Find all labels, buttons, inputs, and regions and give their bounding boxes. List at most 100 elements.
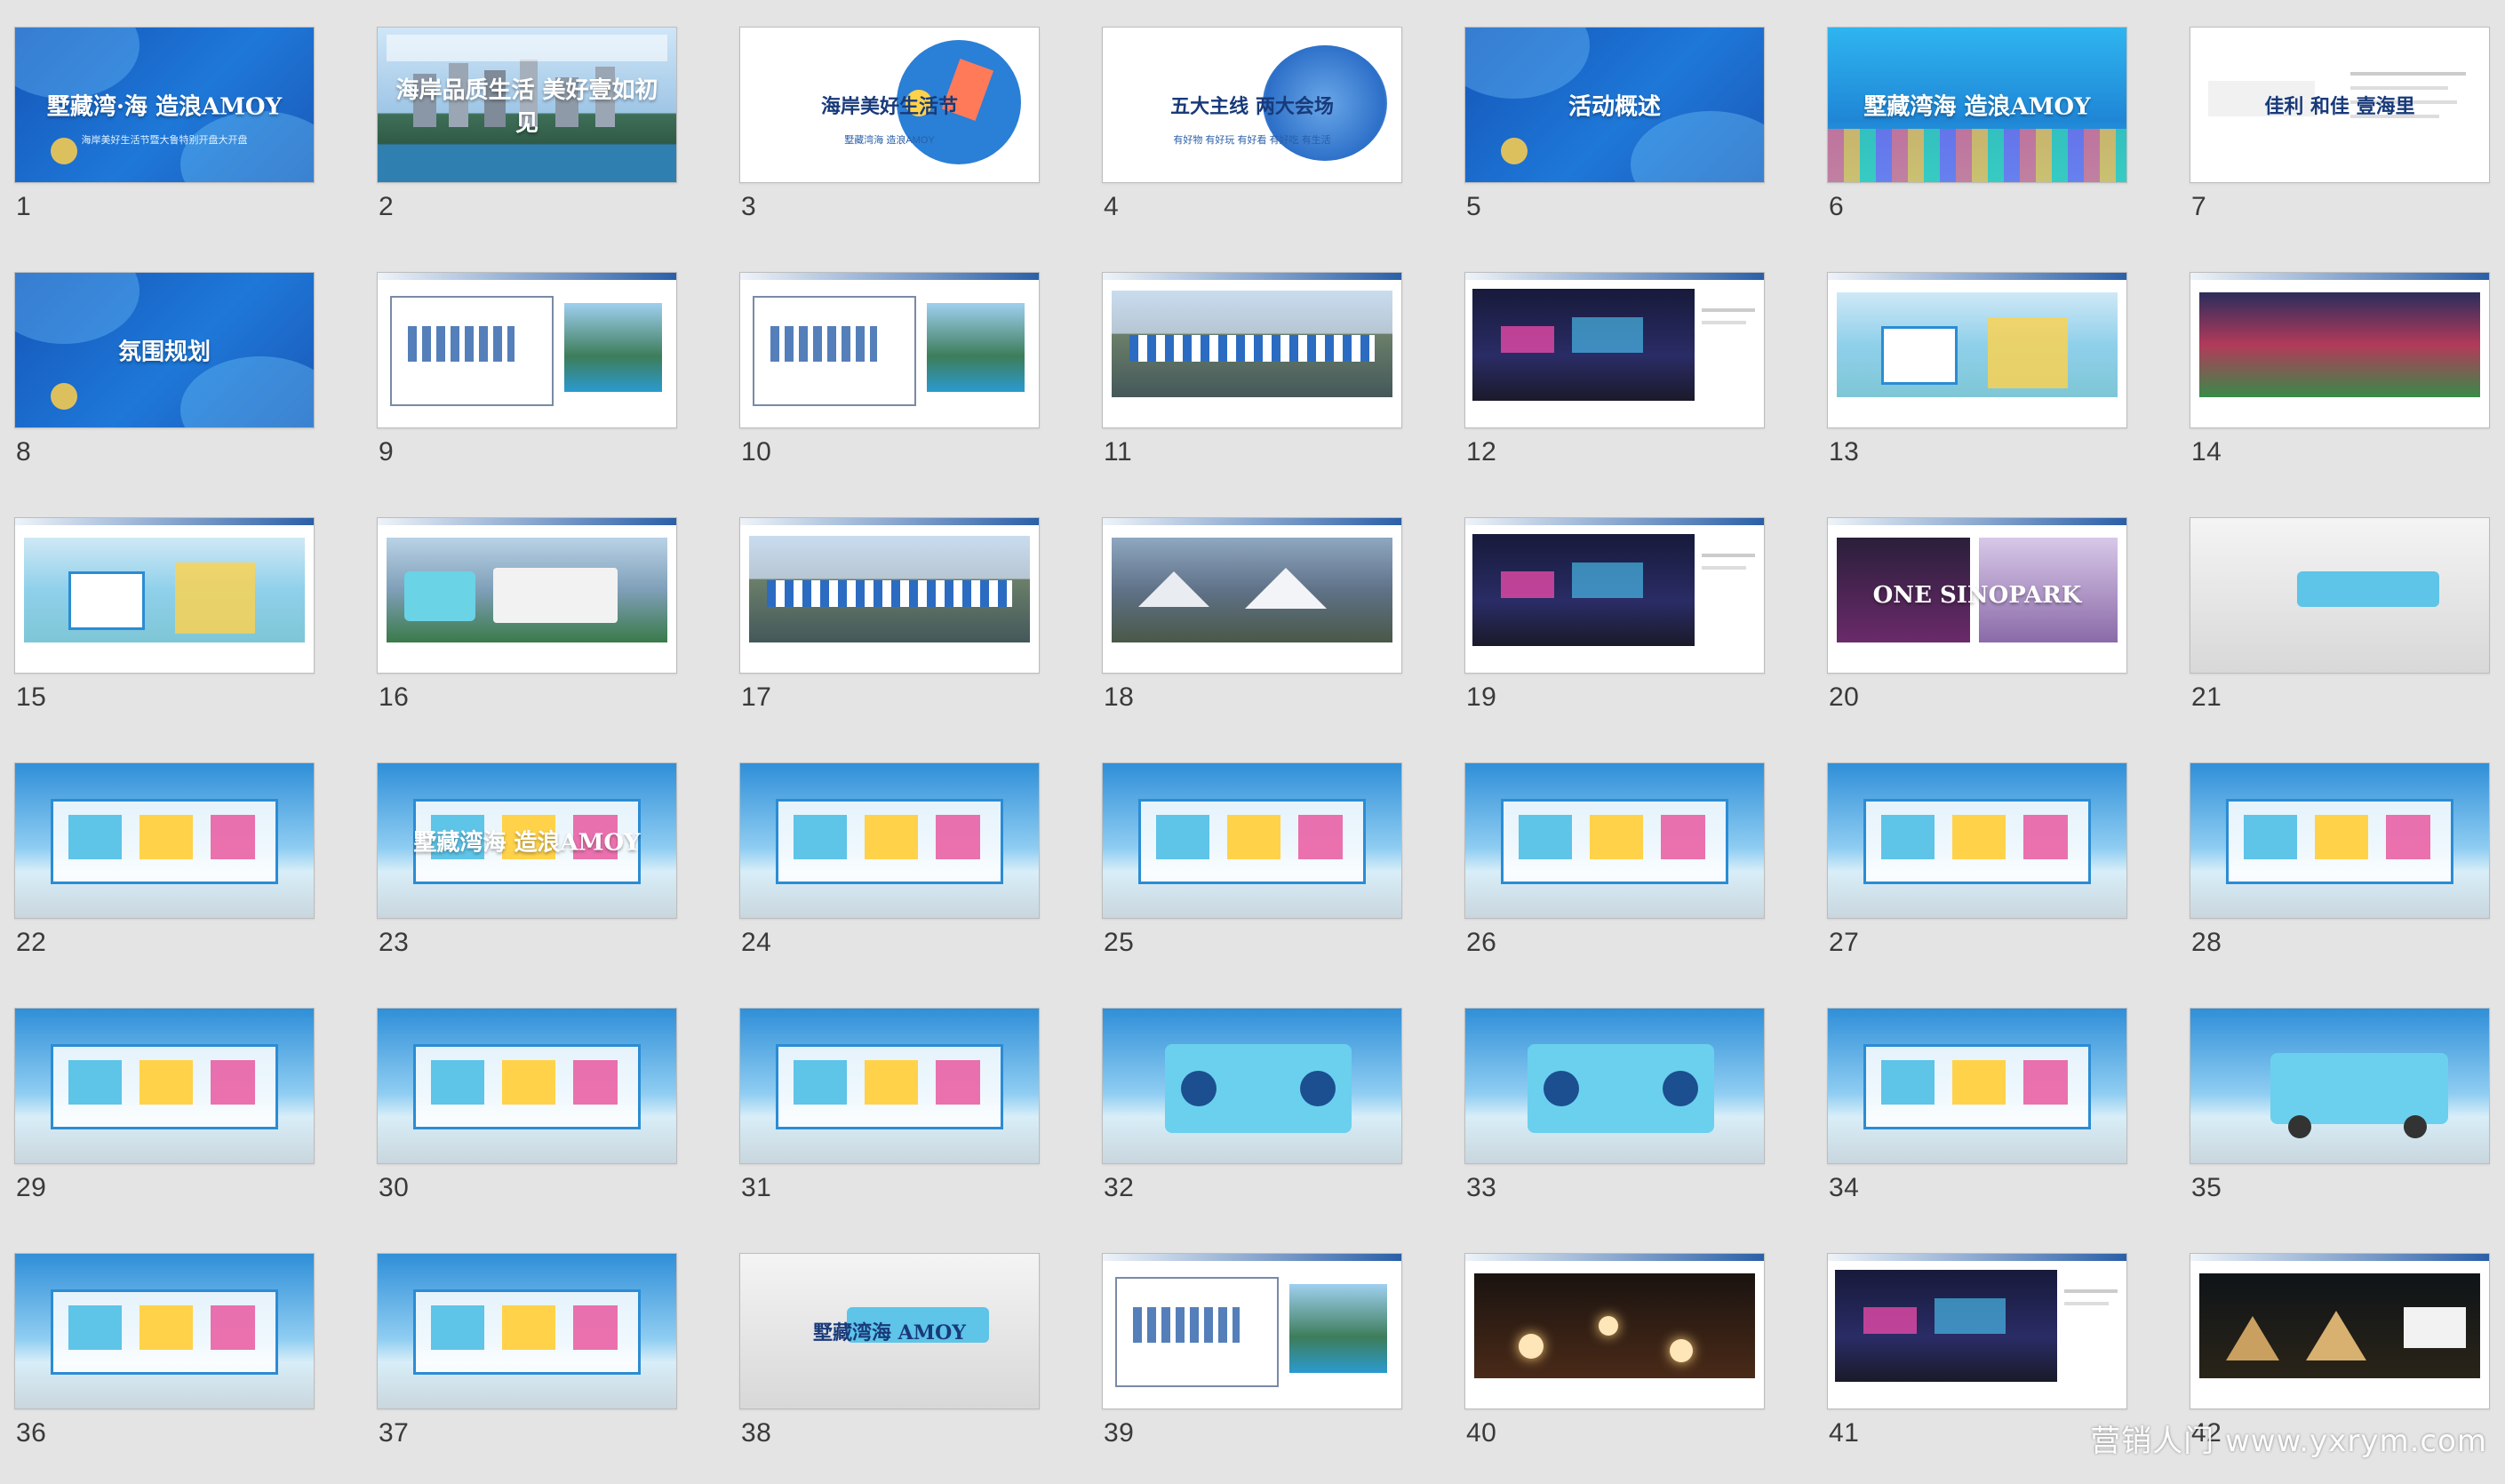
slide-thumbnail-item[interactable]: 33 <box>1464 1008 1765 1239</box>
slide-thumbnail[interactable]: 墅藏湾海 造浪AMOY <box>1827 27 2127 183</box>
slide-thumbnail[interactable]: 佳利 和佳 壹海里 <box>2190 27 2490 183</box>
slide-thumbnail[interactable] <box>14 762 315 919</box>
slide-thumbnail[interactable] <box>1464 762 1765 919</box>
slide-thumbnail-item[interactable]: 11 <box>1102 272 1402 503</box>
slide-thumbnail[interactable]: 五大主线 两大会场 有好物 有好玩 有好看 有好吃 有生活 <box>1102 27 1402 183</box>
slide-number: 26 <box>1466 928 1497 957</box>
slide-number: 28 <box>2191 928 2222 957</box>
slide-thumbnail-item[interactable]: 墅藏湾海 AMOY 38 <box>739 1253 1040 1484</box>
slide-thumbnail-item[interactable]: 40 <box>1464 1253 1765 1484</box>
slide-thumbnail[interactable] <box>1464 272 1765 428</box>
slide-number: 34 <box>1829 1173 1860 1202</box>
slide-thumbnail-item[interactable]: 28 <box>2190 762 2490 993</box>
slide-thumbnail[interactable] <box>377 272 677 428</box>
slide-thumbnail-item[interactable]: 41 <box>1827 1253 2127 1484</box>
slide-thumbnail[interactable] <box>739 1008 1040 1164</box>
slide-thumbnail-item[interactable]: 13 <box>1827 272 2127 503</box>
slide-thumbnail-item[interactable]: 39 <box>1102 1253 1402 1484</box>
slide-thumbnail-item[interactable]: 墅藏湾海 造浪AMOY 23 <box>377 762 677 993</box>
slide-thumbnail-item[interactable]: 21 <box>2190 517 2490 748</box>
slide-thumbnail-item[interactable]: 19 <box>1464 517 1765 748</box>
slide-thumbnail-item[interactable]: 25 <box>1102 762 1402 993</box>
slide-thumbnail-item[interactable]: 活动概述 5 <box>1464 27 1765 258</box>
slide-number: 36 <box>16 1418 47 1448</box>
slide-thumbnail[interactable] <box>1827 1008 2127 1164</box>
slide-thumbnail-item[interactable]: 10 <box>739 272 1040 503</box>
slide-number: 38 <box>741 1418 772 1448</box>
slide-thumbnail[interactable] <box>1464 1253 1765 1409</box>
slide-thumbnail-item[interactable]: 22 <box>14 762 315 993</box>
slide-thumbnail[interactable] <box>14 517 315 674</box>
slide-thumbnail[interactable] <box>14 1008 315 1164</box>
slide-thumbnail-item[interactable]: 14 <box>2190 272 2490 503</box>
slide-number: 35 <box>2191 1173 2222 1202</box>
slide-thumbnail-item[interactable]: 氛围规划 8 <box>14 272 315 503</box>
slide-thumbnail-item[interactable]: 海岸品质生活 美好壹如初见 2 <box>377 27 677 258</box>
slide-thumbnail-item[interactable]: 30 <box>377 1008 677 1239</box>
slide-thumbnail-item[interactable]: 34 <box>1827 1008 2127 1239</box>
slide-thumbnail-item[interactable]: 15 <box>14 517 315 748</box>
slide-thumbnail[interactable]: 活动概述 <box>1464 27 1765 183</box>
slide-thumbnail[interactable] <box>1827 762 2127 919</box>
slide-thumbnail-item[interactable]: 墅藏湾·海 造浪AMOY 海岸美好生活节暨大鲁特别开盘大开盘 1 <box>14 27 315 258</box>
slide-thumbnail-item[interactable]: 24 <box>739 762 1040 993</box>
slide-thumbnail-item[interactable]: ONE SINOPARK 20 <box>1827 517 2127 748</box>
slide-thumbnail[interactable]: ONE SINOPARK <box>1827 517 2127 674</box>
slide-number: 27 <box>1829 928 1860 957</box>
slide-number: 6 <box>1829 192 1845 221</box>
slide-thumbnail[interactable] <box>1102 517 1402 674</box>
slide-thumbnail-item[interactable]: 26 <box>1464 762 1765 993</box>
slide-number: 4 <box>1104 192 1120 221</box>
slide-thumbnail[interactable] <box>2190 1253 2490 1409</box>
slide-thumbnail[interactable] <box>377 517 677 674</box>
slide-thumbnail[interactable] <box>377 1253 677 1409</box>
slide-thumbnail-item[interactable]: 9 <box>377 272 677 503</box>
slide-number: 12 <box>1466 437 1497 467</box>
slide-thumbnail[interactable] <box>1464 1008 1765 1164</box>
slide-thumbnail[interactable] <box>739 517 1040 674</box>
slide-thumbnail[interactable] <box>1827 272 2127 428</box>
slide-number: 22 <box>16 928 47 957</box>
slide-thumbnail-item[interactable]: 31 <box>739 1008 1040 1239</box>
slide-number: 11 <box>1104 437 1133 467</box>
slide-number: 32 <box>1104 1173 1135 1202</box>
slide-number: 24 <box>741 928 772 957</box>
slide-sorter-grid: 墅藏湾·海 造浪AMOY 海岸美好生活节暨大鲁特别开盘大开盘 1 海岸品质生活 美好… <box>0 0 2505 1469</box>
slide-thumbnail-item[interactable]: 16 <box>377 517 677 748</box>
slide-thumbnail-item[interactable]: 27 <box>1827 762 2127 993</box>
slide-thumbnail[interactable] <box>2190 517 2490 674</box>
slide-thumbnail[interactable] <box>377 1008 677 1164</box>
slide-thumbnail[interactable]: 海岸美好生活节 墅藏湾海 造浪AMOY <box>739 27 1040 183</box>
slide-thumbnail-item[interactable]: 海岸美好生活节 墅藏湾海 造浪AMOY 3 <box>739 27 1040 258</box>
slide-thumbnail-item[interactable]: 17 <box>739 517 1040 748</box>
slide-thumbnail-item[interactable]: 29 <box>14 1008 315 1239</box>
slide-thumbnail[interactable] <box>1464 517 1765 674</box>
slide-thumbnail-item[interactable]: 墅藏湾海 造浪AMOY 6 <box>1827 27 2127 258</box>
slide-thumbnail-item[interactable]: 佳利 和佳 壹海里 7 <box>2190 27 2490 258</box>
slide-thumbnail-item[interactable]: 18 <box>1102 517 1402 748</box>
slide-thumbnail[interactable] <box>1102 762 1402 919</box>
slide-thumbnail[interactable] <box>1102 272 1402 428</box>
slide-thumbnail[interactable] <box>14 1253 315 1409</box>
slide-thumbnail-item[interactable]: 12 <box>1464 272 1765 503</box>
slide-thumbnail[interactable] <box>2190 1008 2490 1164</box>
slide-thumbnail-item[interactable]: 五大主线 两大会场 有好物 有好玩 有好看 有好吃 有生活 4 <box>1102 27 1402 258</box>
slide-thumbnail-item[interactable]: 35 <box>2190 1008 2490 1239</box>
slide-thumbnail-item[interactable]: 32 <box>1102 1008 1402 1239</box>
slide-thumbnail[interactable] <box>739 272 1040 428</box>
slide-thumbnail[interactable]: 海岸品质生活 美好壹如初见 <box>377 27 677 183</box>
slide-number: 16 <box>379 682 410 712</box>
slide-thumbnail[interactable]: 墅藏湾海 造浪AMOY <box>377 762 677 919</box>
slide-thumbnail[interactable] <box>1102 1253 1402 1409</box>
slide-thumbnail[interactable] <box>739 762 1040 919</box>
slide-thumbnail[interactable]: 墅藏湾海 AMOY <box>739 1253 1040 1409</box>
slide-number: 31 <box>741 1173 772 1202</box>
slide-thumbnail-item[interactable]: 36 <box>14 1253 315 1484</box>
slide-thumbnail-item[interactable]: 37 <box>377 1253 677 1484</box>
slide-thumbnail[interactable] <box>2190 762 2490 919</box>
slide-thumbnail[interactable]: 墅藏湾·海 造浪AMOY 海岸美好生活节暨大鲁特别开盘大开盘 <box>14 27 315 183</box>
slide-thumbnail[interactable]: 氛围规划 <box>14 272 315 428</box>
slide-thumbnail[interactable] <box>2190 272 2490 428</box>
slide-thumbnail[interactable] <box>1102 1008 1402 1164</box>
slide-thumbnail[interactable] <box>1827 1253 2127 1409</box>
